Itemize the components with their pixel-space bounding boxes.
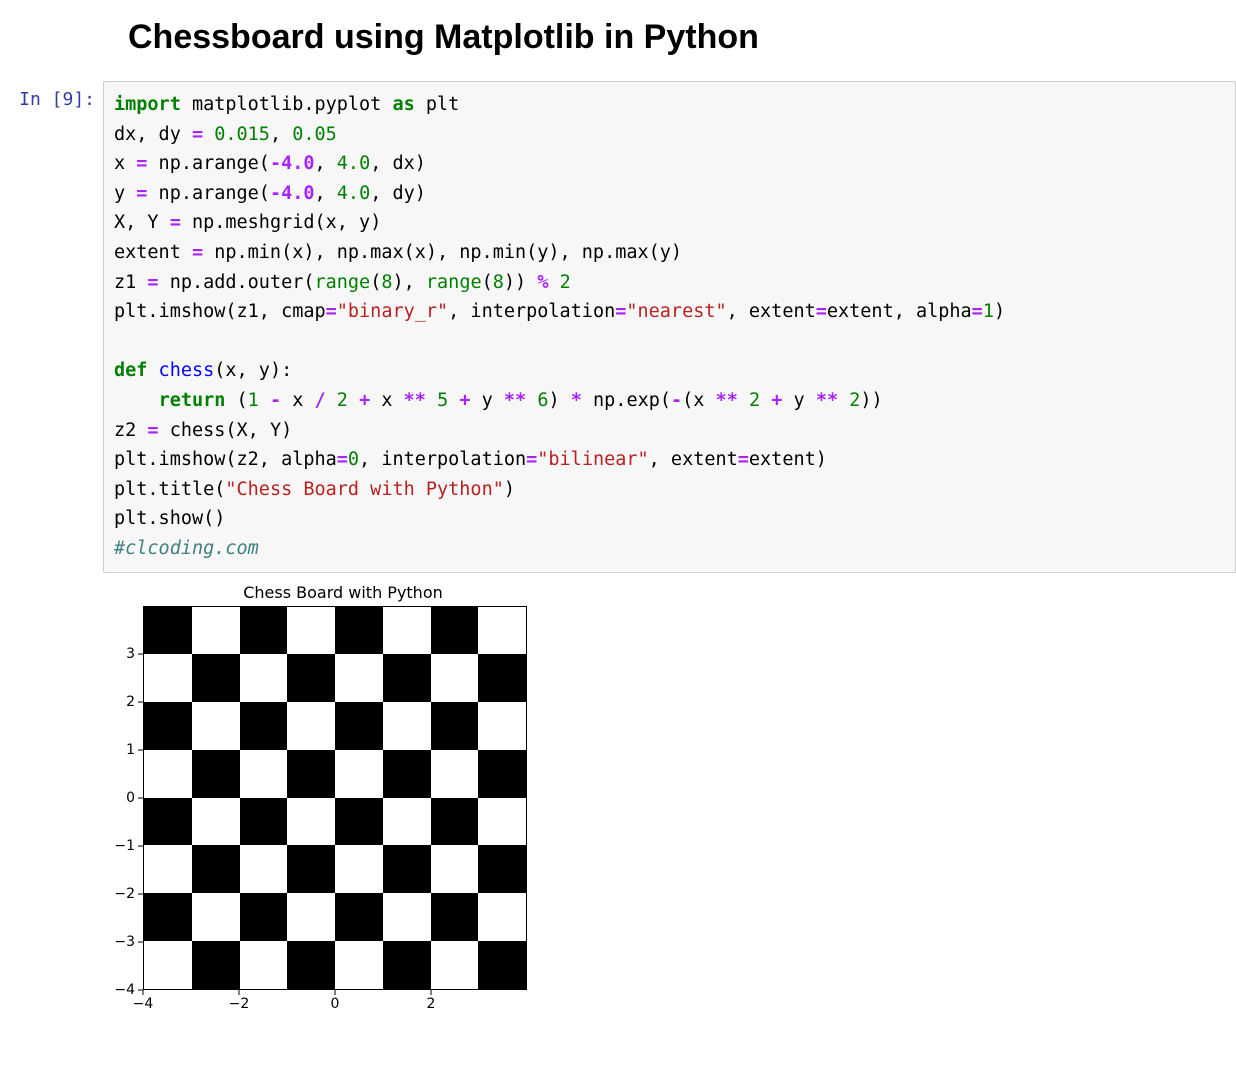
chessboard-square: [240, 607, 288, 655]
chessboard-square: [335, 702, 383, 750]
chessboard-square: [240, 654, 288, 702]
y-tick-label: 3: [126, 646, 135, 662]
chessboard-square: [383, 607, 431, 655]
chessboard-square: [240, 941, 288, 989]
chessboard-square: [144, 798, 192, 846]
y-tick-label: −1: [114, 838, 135, 854]
y-tick-label: 2: [126, 694, 135, 710]
chessboard-square: [144, 845, 192, 893]
x-tick-label: 2: [427, 996, 436, 1012]
chessboard-square: [383, 798, 431, 846]
chessboard-square: [478, 654, 526, 702]
chessboard-square: [192, 702, 240, 750]
chessboard-square: [478, 893, 526, 941]
chessboard-square: [192, 750, 240, 798]
chessboard-square: [478, 845, 526, 893]
chessboard-square: [335, 845, 383, 893]
chessboard-square: [383, 750, 431, 798]
x-axis: −4−202: [143, 990, 527, 1014]
chessboard-square: [478, 702, 526, 750]
chessboard-square: [287, 702, 335, 750]
chessboard-square: [144, 750, 192, 798]
chessboard-square: [431, 702, 479, 750]
chessboard-square: [431, 798, 479, 846]
chessboard-square: [287, 750, 335, 798]
code-block: import matplotlib.pyplot as plt dx, dy =…: [114, 90, 1225, 564]
chessboard-square: [144, 893, 192, 941]
notebook-cell: In [9]: import matplotlib.pyplot as plt …: [0, 81, 1236, 573]
chessboard-square: [431, 941, 479, 989]
page-title: Chessboard using Matplotlib in Python: [128, 18, 1236, 57]
y-tick-label: −3: [114, 934, 135, 950]
chessboard-square: [335, 654, 383, 702]
chessboard-square: [240, 702, 288, 750]
chessboard-square: [144, 941, 192, 989]
y-tick-label: 1: [126, 742, 135, 758]
chessboard-square: [478, 750, 526, 798]
code-input-area[interactable]: import matplotlib.pyplot as plt dx, dy =…: [103, 81, 1236, 573]
y-axis: −4−3−2−10123: [103, 606, 143, 990]
x-tick-label: 0: [331, 996, 340, 1012]
chessboard-square: [335, 798, 383, 846]
chessboard-square: [478, 798, 526, 846]
chessboard-square: [335, 750, 383, 798]
chessboard-square: [240, 798, 288, 846]
x-tick-label: −2: [229, 996, 250, 1012]
chessboard-square: [144, 607, 192, 655]
y-tick-label: −2: [114, 886, 135, 902]
output-area: Chess Board with Python −4−3−2−10123 −4−…: [103, 583, 1236, 1014]
chessboard-square: [192, 798, 240, 846]
chessboard-square: [383, 893, 431, 941]
chessboard-square: [431, 893, 479, 941]
chessboard-square: [287, 893, 335, 941]
chessboard-square: [240, 893, 288, 941]
chessboard-square: [144, 654, 192, 702]
chessboard-square: [240, 845, 288, 893]
chessboard-square: [287, 798, 335, 846]
chessboard-square: [144, 702, 192, 750]
x-tick-label: −4: [133, 996, 154, 1012]
chessboard-square: [287, 607, 335, 655]
chessboard-square: [192, 941, 240, 989]
chessboard-chart: Chess Board with Python −4−3−2−10123 −4−…: [103, 583, 543, 1014]
chessboard-square: [431, 750, 479, 798]
chessboard-square: [431, 845, 479, 893]
chessboard-square: [240, 750, 288, 798]
chessboard-square: [383, 702, 431, 750]
plot-area: [143, 606, 527, 990]
chessboard-square: [478, 941, 526, 989]
chessboard-square: [478, 607, 526, 655]
chessboard-square: [192, 893, 240, 941]
input-prompt: In [9]:: [0, 81, 103, 110]
chessboard-square: [192, 654, 240, 702]
chessboard-square: [287, 654, 335, 702]
chessboard-square: [383, 845, 431, 893]
chart-title: Chess Board with Python: [143, 583, 543, 602]
chessboard-square: [192, 607, 240, 655]
chessboard-square: [431, 654, 479, 702]
chessboard-square: [287, 941, 335, 989]
chessboard-square: [383, 941, 431, 989]
chessboard-square: [287, 845, 335, 893]
chessboard-square: [335, 607, 383, 655]
chessboard-square: [383, 654, 431, 702]
chessboard-square: [335, 893, 383, 941]
chessboard-square: [335, 941, 383, 989]
chessboard-square: [431, 607, 479, 655]
chessboard-square: [192, 845, 240, 893]
y-tick-label: 0: [126, 790, 135, 806]
